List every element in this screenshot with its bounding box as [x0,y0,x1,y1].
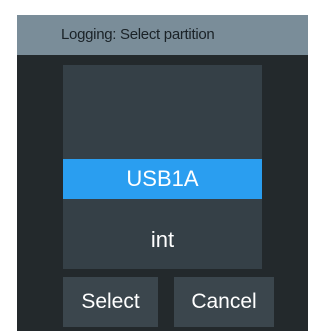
select-button[interactable]: Select [63,277,158,327]
partition-item-usb1a[interactable]: USB1A [63,159,262,199]
dialog-titlebar: Logging: Select partition [17,15,308,55]
dialog-title: Logging: Select partition [61,26,215,43]
cancel-button[interactable]: Cancel [174,277,274,327]
partition-list: USB1A int [63,65,262,269]
select-partition-dialog: Logging: Select partition USB1A int Sele… [17,15,308,331]
partition-item-int[interactable]: int [63,220,262,260]
